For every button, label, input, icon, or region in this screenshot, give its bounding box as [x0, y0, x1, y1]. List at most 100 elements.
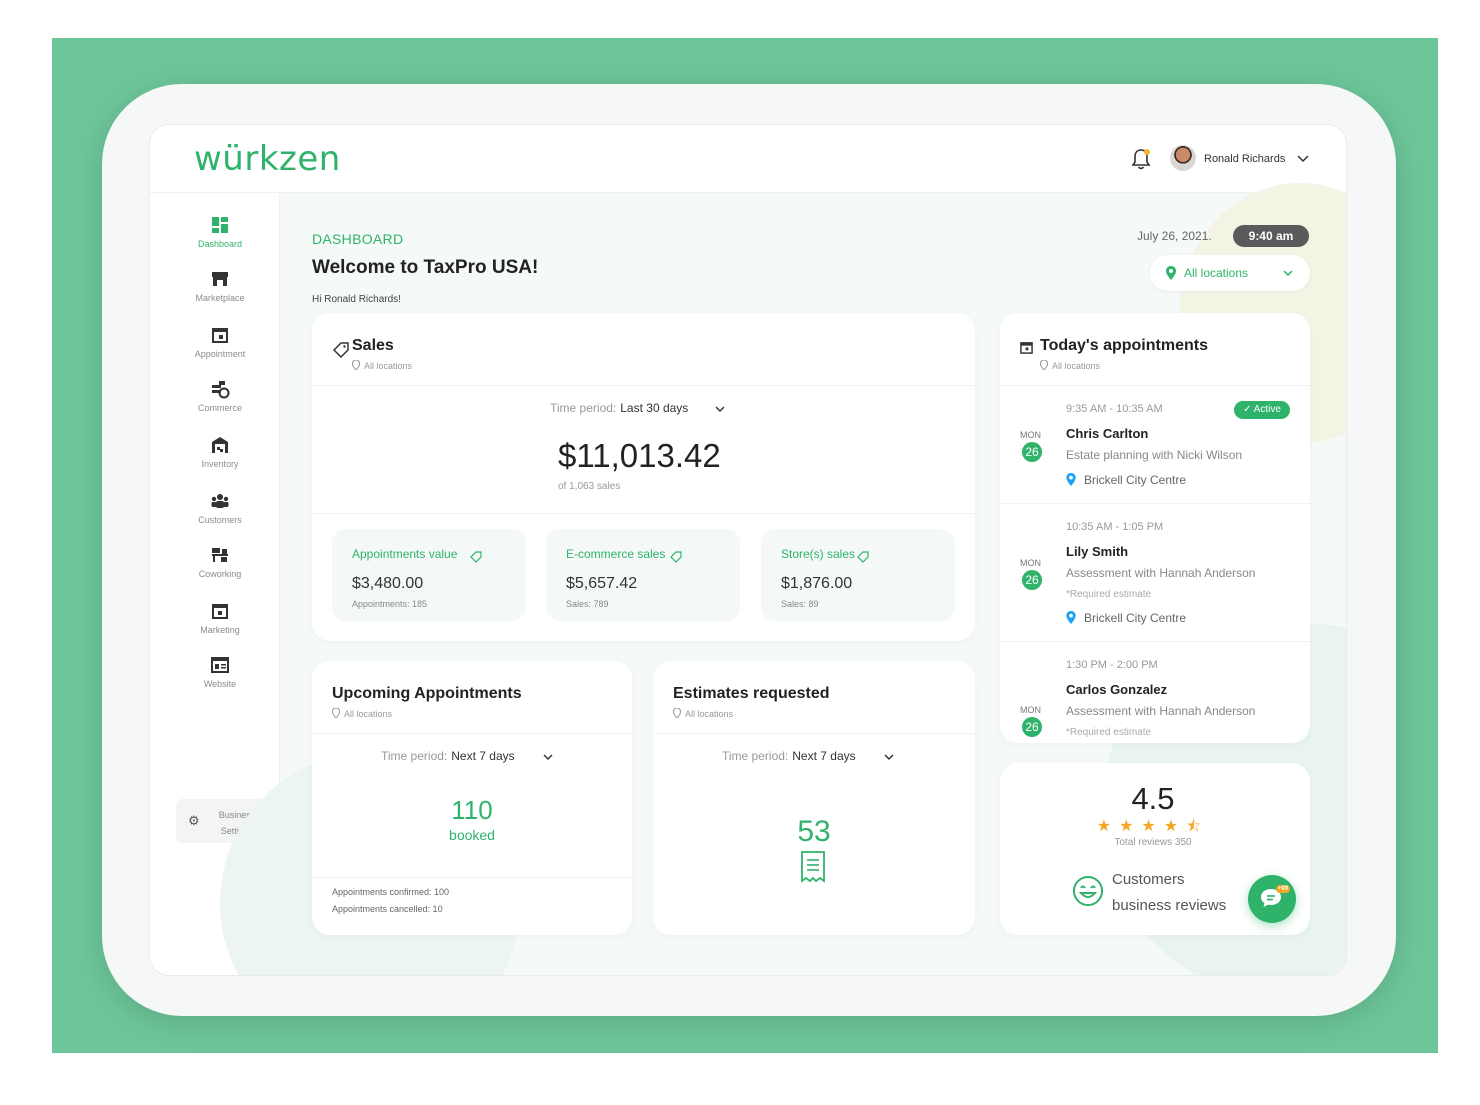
- current-date: July 26, 2021.: [1137, 229, 1212, 243]
- sidebar-item-label: Appointment: [194, 349, 246, 359]
- location-pin-icon: [1066, 611, 1076, 624]
- chat-count-badge: +99: [1276, 885, 1290, 893]
- ecommerce-sales-tile[interactable]: E-commerce sales $5,657.42 Sales: 789: [546, 529, 740, 621]
- appointment-customer: Lily Smith: [1066, 544, 1129, 559]
- sales-time-period[interactable]: Time period: Last 30 days: [550, 401, 688, 415]
- upcoming-title: Upcoming Appointments: [332, 685, 522, 702]
- appointment-description: Assessment with Hannah Anderson: [1066, 704, 1256, 718]
- chevron-down-icon[interactable]: [714, 403, 726, 415]
- sidebar-item-commerce[interactable]: Commerce: [180, 379, 260, 413]
- appointment-day: 26: [1022, 570, 1042, 590]
- sales-total: $11,013.42: [558, 437, 721, 474]
- appointment-description: Estate planning with Nicki Wilson: [1066, 448, 1243, 462]
- reviews-label-line1: Customers: [1112, 871, 1185, 888]
- tile-sub: Sales: 89: [781, 599, 819, 609]
- sidebar-item-label: Website: [203, 679, 237, 689]
- sidebar-item-label: Dashboard: [197, 239, 243, 249]
- appointment-location-name: Brickell City Centre: [1084, 611, 1187, 625]
- sales-total-sub: of 1,063 sales: [558, 481, 621, 492]
- store-sales-tile[interactable]: Store(s) sales $1,876.00 Sales: 89: [761, 529, 955, 621]
- sales-card: Sales All locations Time period: Last 30 …: [312, 313, 975, 641]
- sidebar-item-marketing[interactable]: Marketing: [180, 601, 260, 635]
- user-avatar[interactable]: [1170, 145, 1196, 171]
- chat-button[interactable]: +99: [1248, 875, 1296, 923]
- appointment-location: Brickell City Centre: [1066, 611, 1186, 625]
- calendar-icon: [212, 328, 228, 343]
- tile-value: $1,876.00: [781, 575, 853, 592]
- appointment-time: 9:35 AM - 10:35 AM: [1066, 403, 1163, 415]
- appointment-time: 10:35 AM - 1:05 PM: [1066, 521, 1164, 533]
- reviews-link[interactable]: Customers business reviews: [1112, 867, 1226, 919]
- app-logo[interactable]: würkzen: [194, 139, 341, 179]
- estimates-location: All locations: [685, 709, 734, 719]
- sidebar-item-label: Customers: [198, 515, 242, 525]
- chevron-down-icon[interactable]: [883, 751, 895, 763]
- tag-icon: [857, 551, 869, 563]
- time-period-label: Time period:: [381, 749, 448, 763]
- divider: [312, 385, 975, 386]
- estimates-time-period[interactable]: Time period: Next 7 days: [722, 749, 856, 763]
- time-period-value: Next 7 days: [451, 749, 515, 763]
- divider: [312, 733, 632, 734]
- time-period-label: Time period:: [722, 749, 789, 763]
- tag-icon: [332, 342, 349, 359]
- appointment-weekday: MON: [1020, 558, 1041, 568]
- appointment-weekday: MON: [1020, 430, 1041, 440]
- sidebar-item-website[interactable]: Website: [180, 655, 260, 689]
- calendar-icon: [1020, 342, 1033, 354]
- sidebar-item-customers[interactable]: Customers: [180, 491, 260, 525]
- location-pin-icon: [352, 360, 360, 370]
- tile-sub: Appointments: 185: [352, 599, 428, 609]
- location-filter-value: All locations: [1184, 266, 1249, 280]
- appointment-day: 26: [1022, 717, 1042, 737]
- main-content: DASHBOARD Welcome to TaxPro USA! Hi Rona…: [220, 183, 1346, 975]
- appointment-item[interactable]: 1:30 PM - 2:00 PM Carlos Gonzalez Assess…: [1000, 641, 1310, 743]
- appointment-item[interactable]: 10:35 AM - 1:05 PM Lily Smith Assessment…: [1000, 503, 1310, 641]
- appointments-cancelled: Appointments cancelled: 10: [332, 904, 443, 914]
- sidebar-item-label: Inventory: [201, 459, 239, 469]
- appointment-item[interactable]: 9:35 AM - 10:35 AM ✓ Active Chris Carlto…: [1000, 385, 1310, 503]
- people-icon: [211, 494, 229, 508]
- gear-icon: ⚙: [188, 813, 200, 828]
- store-icon: [212, 272, 228, 286]
- total-reviews: Total reviews 350: [1114, 837, 1192, 848]
- appointment-customer: Chris Carlton: [1066, 426, 1149, 441]
- chevron-down-icon: [1283, 270, 1293, 277]
- commerce-icon: [212, 381, 230, 399]
- chevron-down-icon[interactable]: [1296, 151, 1310, 165]
- desk-icon: [212, 548, 228, 562]
- page-eyebrow: DASHBOARD: [312, 231, 404, 247]
- tile-title: Appointments value: [352, 547, 458, 561]
- todays-appointments-location: All locations: [1052, 361, 1101, 371]
- website-icon: [211, 657, 229, 673]
- sidebar-item-inventory[interactable]: Inventory: [180, 435, 260, 469]
- tile-value: $5,657.42: [566, 575, 638, 592]
- divider: [653, 733, 975, 734]
- sales-location: All locations: [364, 361, 413, 371]
- appointment-weekday: MON: [1020, 705, 1041, 715]
- tile-title: Store(s) sales: [781, 547, 856, 561]
- appointments-value-tile[interactable]: Appointments value $3,480.00 Appointment…: [332, 529, 526, 621]
- smiley-icon: [1073, 876, 1103, 906]
- receipt-icon: [801, 851, 825, 883]
- estimates-count: 53: [797, 815, 831, 848]
- reviews-label-line2: business reviews: [1112, 897, 1227, 914]
- sidebar-item-appointment[interactable]: Appointment: [180, 325, 260, 359]
- location-filter-dropdown[interactable]: All locations: [1150, 255, 1310, 291]
- tablet-device: würkzen Ronald Richards Dashboard Market…: [102, 84, 1396, 1016]
- divider: [312, 513, 975, 514]
- sidebar-item-marketplace[interactable]: Marketplace: [180, 269, 260, 303]
- chevron-down-icon[interactable]: [542, 751, 554, 763]
- user-name[interactable]: Ronald Richards: [1204, 153, 1285, 165]
- sidebar-item-label: Marketing: [200, 625, 240, 635]
- appointment-location: Brickell City Centre: [1066, 473, 1186, 487]
- sidebar-item-label: Coworking: [198, 569, 242, 579]
- upcoming-appointments-card: Upcoming Appointments All locations Time…: [312, 661, 632, 935]
- booked-count: 110: [451, 795, 493, 825]
- upcoming-time-period[interactable]: Time period: Next 7 days: [381, 749, 515, 763]
- time-period-value: Last 30 days: [620, 401, 689, 415]
- appointment-note: *Required estimate: [1066, 727, 1152, 738]
- sidebar-item-coworking[interactable]: Coworking: [180, 545, 260, 579]
- appointment-time: 1:30 PM - 2:00 PM: [1066, 659, 1158, 671]
- sidebar-item-dashboard[interactable]: Dashboard: [180, 215, 260, 249]
